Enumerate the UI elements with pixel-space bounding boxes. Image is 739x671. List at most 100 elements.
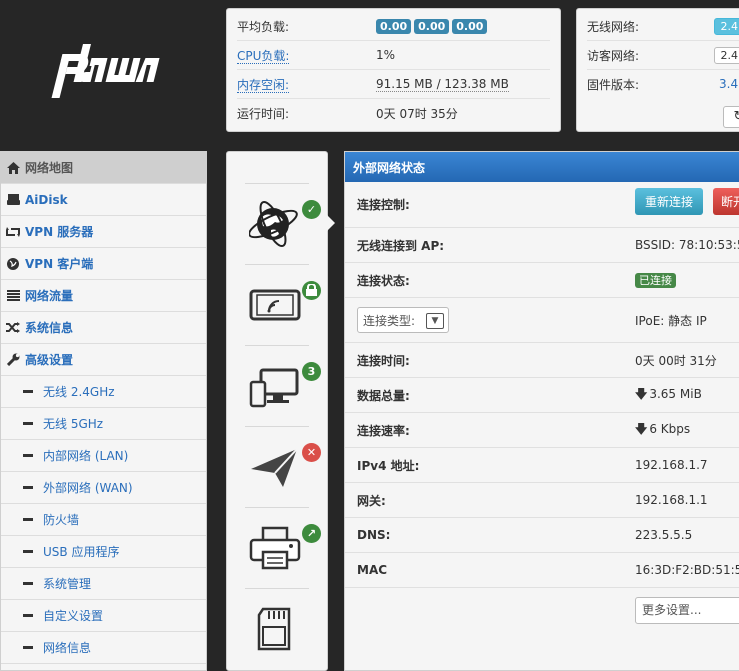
- wan-type-row: 连接类型: ▼ IPoE: 静态 IP: [345, 298, 739, 343]
- time-value: 0天 00时 31分: [635, 352, 717, 369]
- menu-sub-label: 防火墙: [43, 511, 79, 528]
- firmware-label: 固件版本:: [587, 76, 719, 93]
- menu-label: 网络地图: [25, 159, 73, 176]
- chevron-down-icon: ▼: [426, 313, 444, 329]
- menu-sub-netinfo[interactable]: 网络信息: [1, 632, 206, 664]
- wan-gateway-row: 网关: 192.168.1.1: [345, 483, 739, 518]
- menu-network-map[interactable]: 网络地图: [1, 152, 206, 184]
- menu-sub-label: 无线 2.4GHz: [43, 383, 115, 400]
- refresh-icon: ↻: [734, 109, 739, 124]
- connection-type-select[interactable]: 连接类型: ▼: [357, 307, 449, 333]
- menu-sub-wan[interactable]: 外部网络 (WAN): [1, 472, 206, 504]
- menu-label: 高级设置: [25, 351, 73, 368]
- list-icon: [5, 289, 21, 303]
- menu-vpn-client[interactable]: VPN 客户端: [1, 248, 206, 280]
- firmware-version-link[interactable]: 3.4.: [719, 77, 739, 91]
- menu-traffic[interactable]: 网络流量: [1, 280, 206, 312]
- wifi-2g-button[interactable]: 2.4: [714, 18, 739, 35]
- menu-label: VPN 服务器: [25, 223, 93, 240]
- menu-sub-label: 无线 5GHz: [43, 415, 103, 432]
- menu-vpn-server[interactable]: VPN 服务器: [1, 216, 206, 248]
- sd-card-icon: [249, 603, 301, 655]
- retweet-icon: [5, 225, 21, 239]
- wrench-icon: [5, 353, 21, 367]
- load-5min: 0.00: [414, 19, 449, 34]
- reconnect-button[interactable]: 重新连接: [635, 188, 703, 215]
- menu-sub-lan[interactable]: 内部网络 (LAN): [1, 440, 206, 472]
- dns-value: 223.5.5.5: [635, 528, 692, 542]
- menu-sub-wifi-5g[interactable]: 无线 5GHz: [1, 408, 206, 440]
- load-15min: 0.00: [452, 19, 487, 34]
- home-icon: [5, 161, 21, 175]
- clients-status-tile[interactable]: 3: [245, 345, 309, 427]
- menu-sub-wifi-2g[interactable]: 无线 2.4GHz: [1, 376, 206, 408]
- cpu-link[interactable]: CPU负载:: [237, 49, 289, 64]
- memory-link[interactable]: 内存空闲:: [237, 78, 289, 93]
- wan-dns-row: DNS: 223.5.5.5: [345, 518, 739, 553]
- data-value: 3.65 MiB: [649, 387, 701, 401]
- memory-value: 91.15 MB / 123.38 MB: [376, 77, 509, 92]
- wan-time-row: 连接时间: 0天 00时 31分: [345, 343, 739, 378]
- network-map-icons: ✓ 3 ✕: [226, 151, 328, 671]
- wan-ipv4-row: IPv4 地址: 192.168.1.7: [345, 448, 739, 483]
- menu-sub-firewall[interactable]: 防火墙: [1, 504, 206, 536]
- internet-status-tile[interactable]: ✓: [245, 183, 309, 265]
- network-info-panel: 无线网络: 2.4 访客网络: 2.4 固件版本: 3.4. ↻: [576, 8, 739, 132]
- connected-badge: 已连接: [635, 273, 676, 288]
- storage-status-tile[interactable]: [245, 588, 309, 670]
- firmware-row: 固件版本: 3.4.: [587, 70, 739, 98]
- hdd-icon: [5, 193, 21, 207]
- gateway-label: 网关:: [357, 492, 386, 509]
- padavan-logo: [44, 40, 164, 102]
- menu-sub-custom[interactable]: 自定义设置: [1, 600, 206, 632]
- time-label: 连接时间:: [357, 352, 410, 369]
- cpu-row: CPU负载: 1%: [237, 41, 550, 70]
- load-label: 平均负载:: [237, 18, 376, 35]
- globe-icon: [5, 257, 21, 271]
- memory-row: 内存空闲: 91.15 MB / 123.38 MB: [237, 70, 550, 99]
- guest-2g-button[interactable]: 2.4: [714, 47, 739, 64]
- wan-control-row: 连接控制: 重新连接 断开: [345, 182, 739, 228]
- devices-icon: [249, 360, 301, 412]
- wan-status-panel: 外部网络状态 连接控制: 重新连接 断开 无线连接到 AP: BSSID: 78…: [344, 151, 739, 671]
- error-icon: ✕: [302, 443, 321, 462]
- wan-mac-row: MAC 16:3D:F2:BD:51:5: [345, 553, 739, 588]
- guest-label: 访客网络:: [587, 47, 714, 64]
- tablet-wifi-icon: [249, 279, 301, 331]
- wan-status-title: 外部网络状态: [345, 152, 739, 182]
- gateway-value: 192.168.1.1: [635, 493, 708, 507]
- menu-sub-label: USB 应用程序: [43, 543, 119, 560]
- load-row: 平均负载: 0.00 0.00 0.00: [237, 12, 550, 41]
- menu-aidisk[interactable]: AiDisk: [1, 184, 206, 216]
- arrow-down-icon: 🡇: [635, 387, 647, 401]
- dns-label: DNS:: [357, 528, 390, 542]
- ap-value: BSSID: 78:10:53:5: [635, 238, 739, 252]
- printer-status-tile[interactable]: ↗: [245, 507, 309, 589]
- menu-advanced[interactable]: 高级设置: [1, 344, 206, 376]
- clients-count-badge: 3: [302, 362, 321, 381]
- uptime-value: 0天 07时 35分: [376, 105, 458, 122]
- menu-sub-usb[interactable]: USB 应用程序: [1, 536, 206, 568]
- connection-type-value: IPoE: 静态 IP: [635, 312, 707, 329]
- connection-type-label: 连接类型:: [363, 312, 415, 329]
- menu-system-info[interactable]: 系统信息: [1, 312, 206, 344]
- menu-sub-label: 网络信息: [43, 639, 91, 656]
- wireless-status-tile[interactable]: [245, 264, 309, 346]
- menu-sub-label: 内部网络 (LAN): [43, 447, 128, 464]
- check-icon: ✓: [302, 200, 321, 219]
- menu-sub-label: 自定义设置: [43, 607, 103, 624]
- printer-icon: [249, 522, 301, 574]
- internet-globe-icon: [249, 198, 301, 250]
- menu-sub-admin[interactable]: 系统管理: [1, 568, 206, 600]
- wan-lan-status-tile[interactable]: ✕: [245, 426, 309, 508]
- refresh-button[interactable]: ↻: [723, 106, 739, 128]
- main-menu: 网络地图 AiDisk VPN 服务器 VPN 客户端 网络流量 系统信息 高级…: [0, 151, 207, 671]
- load-1min: 0.00: [376, 19, 411, 34]
- ap-label: 无线连接到 AP:: [357, 237, 444, 254]
- uptime-label: 运行时间:: [237, 105, 376, 122]
- more-settings-select[interactable]: 更多设置...: [635, 597, 739, 624]
- mac-label: MAC: [357, 563, 387, 577]
- wan-speed-row: 连接速率: 🡇6 Kbps: [345, 413, 739, 448]
- paper-plane-icon: [249, 441, 301, 493]
- disconnect-button[interactable]: 断开: [713, 188, 739, 215]
